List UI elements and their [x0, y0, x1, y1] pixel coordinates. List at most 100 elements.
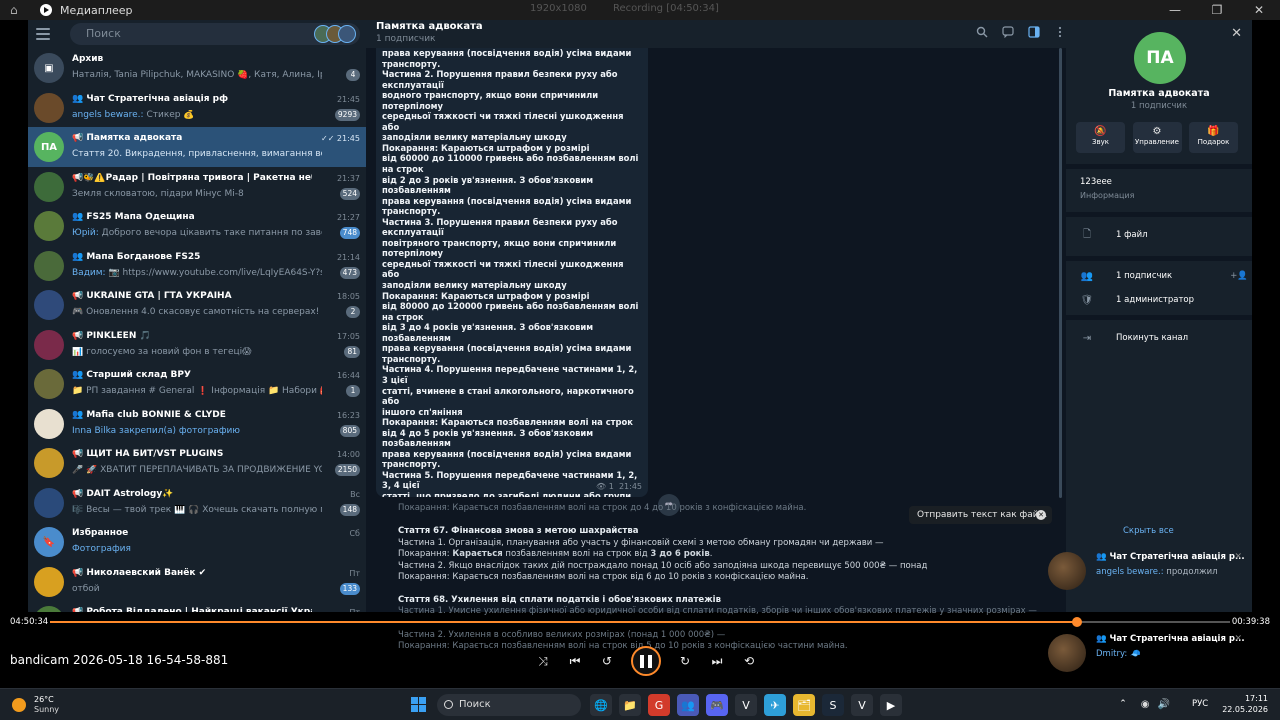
- chat-preview: 🎤 🚀 ХВАТИТ ПЕРЕПЛАЧИВАТЬ ЗА ПРОДВИЖЕНИЕ …: [72, 465, 322, 475]
- file-name: bandicam 2026-05-18 16-54-58-881: [10, 653, 229, 667]
- message-text: права керування (посвідчення водія) усім…: [382, 48, 642, 497]
- chat-list-item[interactable]: 📢 Николаевский Ванёк ✔ отбой Пт 133: [28, 562, 366, 602]
- add-member-icon[interactable]: +👤: [1230, 271, 1248, 281]
- chat-list-item[interactable]: 👥 FS25 Мапа Одещина Юрій: Доброго вечора …: [28, 206, 366, 246]
- chat-list-item[interactable]: 👥 Старший склад ВРУ 📁 РП завдання # Gener…: [28, 364, 366, 404]
- weather-widget[interactable]: 26°C Sunny: [12, 695, 59, 715]
- home-icon[interactable]: ⌂: [10, 3, 18, 17]
- channel-avatar[interactable]: ПА: [1134, 32, 1186, 84]
- chat-time: 18:05: [336, 292, 360, 301]
- windows-start-icon[interactable]: [411, 697, 426, 712]
- gift-button[interactable]: 🎁 Подарок: [1189, 122, 1238, 153]
- taskbar-app-icon[interactable]: ▶: [880, 694, 902, 716]
- message-line: транспорту.: [382, 58, 441, 69]
- wifi-icon[interactable]: ◉: [1141, 699, 1150, 710]
- info-channel-name: Памятка адвоката: [1108, 88, 1210, 99]
- mute-button[interactable]: 🔕 Звук: [1076, 122, 1125, 153]
- manage-button[interactable]: ⚙ Управление: [1132, 122, 1182, 153]
- chat-time: 21:14: [336, 252, 360, 262]
- chevron-up-icon[interactable]: ⌃: [1119, 699, 1127, 709]
- taskbar-app-icon[interactable]: 🌐: [590, 694, 612, 716]
- unread-badge: 748: [339, 227, 360, 239]
- seek-bar[interactable]: 04:50:34 00:39:38: [0, 612, 1280, 634]
- unread-badge: 473: [339, 266, 360, 279]
- chat-list-item[interactable]: 📢 PINKLEEN 🎵 📊 голосуємо за новий фон в т…: [28, 325, 366, 365]
- sidebar-toggle-icon[interactable]: [1028, 26, 1040, 38]
- message-line: Покарання: Караються позбавленням волі н…: [382, 417, 633, 428]
- chat-list-item[interactable]: ▣ Архив Наталія, Tania Pilipchuk, MAKASINO…: [28, 48, 366, 88]
- message-scrollbar[interactable]: [1059, 48, 1062, 498]
- chat-avatar: ▣: [34, 53, 64, 83]
- taskbar-app-icon[interactable]: V: [735, 694, 757, 716]
- taskbar-app-icon[interactable]: ✈: [764, 694, 786, 716]
- taskbar-app-icon[interactable]: G: [648, 694, 670, 716]
- clock[interactable]: 17:11 22.05.2026: [1222, 693, 1268, 715]
- leave-channel-row[interactable]: ⇥ Покинуть канал: [1080, 331, 1188, 345]
- chat-preview: Земля скловатою, підари Мінус Мі-8: [72, 189, 322, 199]
- language-indicator[interactable]: РУС: [1192, 699, 1208, 709]
- taskbar-app-icon[interactable]: V: [851, 694, 873, 716]
- volume-icon[interactable]: 🔊: [1157, 699, 1169, 710]
- chat-time: 16:23: [336, 410, 360, 420]
- notification-close-icon[interactable]: ✕: [1234, 552, 1242, 562]
- chat-avatar: [34, 566, 64, 597]
- chat-list-item[interactable]: ПА 📢 Памятка адвоката Стаття 20. Викраденн…: [28, 127, 366, 167]
- info-subscribers: 1 подписчик: [1130, 101, 1188, 111]
- message-line: права керування (посвідчення водія) усім…: [382, 195, 632, 206]
- seek-handle[interactable]: [1071, 617, 1082, 627]
- screen: ⌂ Медиаплеер 1920x1080 Recording [04:50:…: [0, 0, 1280, 720]
- taskbar-app-icon[interactable]: 🎮: [706, 694, 728, 716]
- settings-icon: ⚙: [1152, 126, 1162, 137]
- toast-close-icon[interactable]: ✕: [1036, 510, 1046, 520]
- chat-list-item[interactable]: 👥 Мапа Богданове FS25 Вадим: 📷 https://ww…: [28, 246, 366, 286]
- stories-avatars[interactable]: [314, 25, 356, 43]
- chat-list-item[interactable]: 👥 Mafia club BONNIE & CLYDE Inna Bilka за…: [28, 404, 366, 444]
- message-line: середньої тяжкості чи тяжкі тілесні ушко…: [382, 258, 624, 280]
- pause-button[interactable]: [631, 646, 661, 676]
- chat-preview-text: 📷 https://www.youtube.com/live/LqIyEA64S…: [108, 267, 322, 278]
- chat-preview-text: 🎤 🚀 ХВАТИТ ПЕРЕПЛАЧИВАТЬ ЗА ПРОДВИЖЕНИЕ …: [72, 465, 322, 475]
- search-input[interactable]: Поиск: [70, 23, 360, 45]
- chat-list-item[interactable]: 📢 Робота Віддалено | Найкращі вакансії У…: [28, 601, 366, 612]
- close-icon[interactable]: ✕: [1238, 0, 1280, 20]
- sun-icon: [12, 698, 26, 712]
- taskbar-app-icon[interactable]: S: [822, 694, 844, 716]
- chat-list-item[interactable]: 📢🐝⚠️Радар | Повітряна тривога | Ракетна …: [28, 167, 366, 207]
- close-panel-icon[interactable]: ✕: [1231, 26, 1242, 41]
- taskbar-app-icon[interactable]: 🗂: [793, 694, 815, 716]
- taskbar-search[interactable]: Поиск: [437, 694, 581, 716]
- chat-preview-sender: Вадим:: [72, 267, 106, 278]
- members-row[interactable]: 👥 1 подписчик +👤: [1080, 269, 1248, 283]
- message-line: Частина 3. Порушення правил безпеки руху…: [382, 216, 618, 238]
- shuffle-icon[interactable]: ⤨: [535, 654, 551, 669]
- chat-list-item[interactable]: 🔖 Избранное Фотография Сб: [28, 522, 366, 562]
- minimize-icon[interactable]: —: [1154, 0, 1196, 20]
- chat-list-item[interactable]: 📢 UKRAINE GTA | ГТА УКРАЇНА 🎮 Оновлення 4…: [28, 285, 366, 325]
- chat-name: 👥 Mafia club BONNIE & CLYDE: [72, 409, 226, 420]
- notification[interactable]: 👥 Чат Стратегічна авіація р... angels be…: [1048, 548, 1248, 592]
- hide-all-notifications[interactable]: Скрыть все: [1123, 526, 1174, 536]
- files-row[interactable]: 🗋 1 файл: [1080, 228, 1148, 242]
- message-bubble[interactable]: права керування (посвідчення водія) усім…: [376, 48, 648, 497]
- views-icon: 👁: [596, 482, 607, 492]
- search-icon[interactable]: [976, 26, 988, 38]
- comments-icon[interactable]: [1002, 26, 1014, 38]
- previous-icon[interactable]: ⏮: [567, 654, 583, 669]
- more-icon[interactable]: [1054, 26, 1066, 38]
- repeat-off-icon[interactable]: ⟲: [741, 654, 757, 668]
- rewind-10-icon[interactable]: ↺: [599, 654, 615, 668]
- forward-30-icon[interactable]: ↻: [677, 654, 693, 668]
- taskbar-app-icon[interactable]: 👥: [677, 694, 699, 716]
- toast-send-as-file[interactable]: Отправить текст как файл. ✕: [909, 506, 1052, 524]
- chat-list-item[interactable]: 📢 ЩИТ НА БИТ/VST PLUGINS 🎤 🚀 ХВАТИТ ПЕРЕП…: [28, 443, 366, 483]
- chat-list-item[interactable]: 📢 DAIT Astrology✨ 🎼 Весы — твой трек 🎹 🎧 …: [28, 483, 366, 523]
- chat-list-item[interactable]: 👥 Чат Стратегічна авіація рф angels bewar…: [28, 88, 366, 128]
- admins-row[interactable]: 🛡 1 администратор: [1080, 293, 1194, 307]
- channel-title[interactable]: Памятка адвоката: [376, 21, 483, 32]
- maximize-icon[interactable]: ❐: [1196, 0, 1238, 20]
- seek-track[interactable]: [50, 617, 1230, 627]
- taskbar-app-icon[interactable]: 📁: [619, 694, 641, 716]
- next-icon[interactable]: ⏭: [709, 654, 725, 669]
- menu-icon[interactable]: [36, 28, 50, 40]
- unread-badge: 148: [339, 503, 360, 516]
